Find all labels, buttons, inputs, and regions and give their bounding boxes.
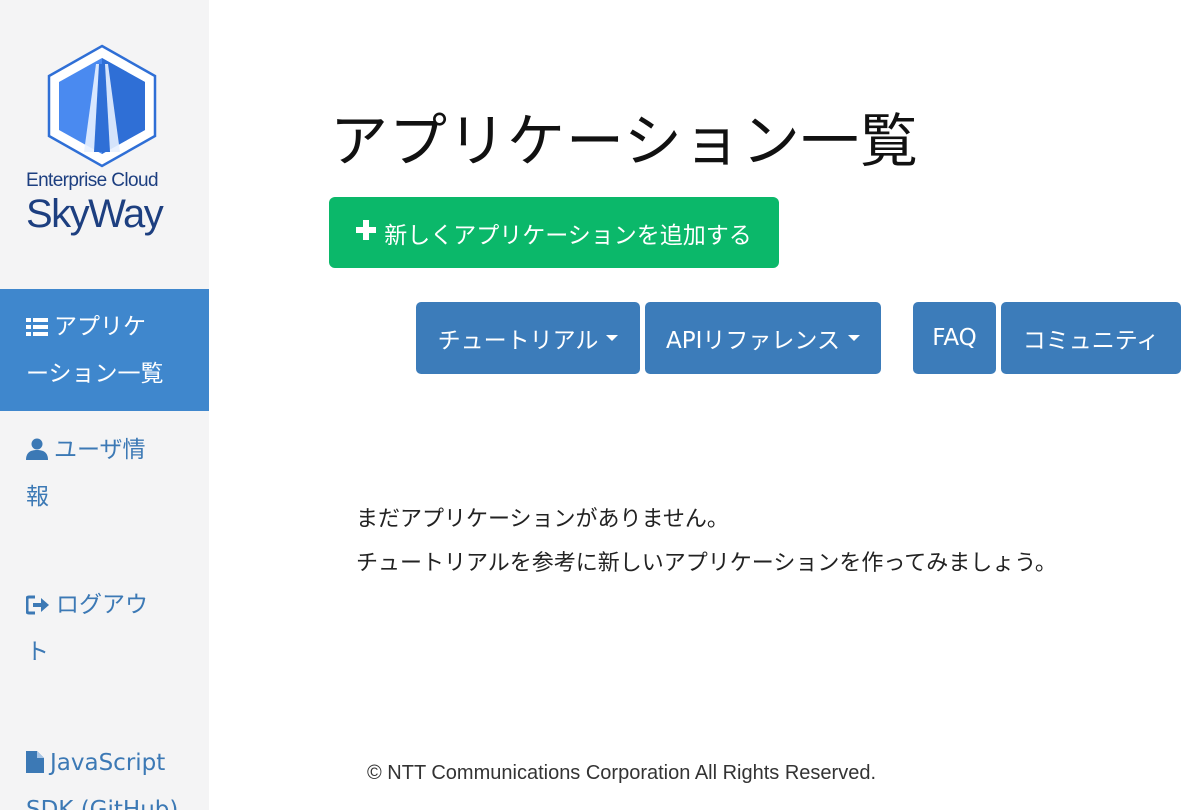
sidebar-item-logout[interactable]: ログアウ ト <box>0 583 209 674</box>
faq-button[interactable]: FAQ <box>913 302 996 374</box>
logout-icon <box>25 586 50 630</box>
sidebar-item-label: アプリケ <box>54 314 146 340</box>
sidebar-item-label: JavaScript <box>50 750 166 776</box>
add-application-button[interactable]: 新しくアプリケーションを追加する <box>329 197 779 268</box>
sidebar-item-javascript-sdk[interactable]: JavaScript SDK (GitHub) <box>0 741 209 810</box>
sidebar-item-label-continued: 報 <box>26 484 49 510</box>
list-icon <box>26 308 48 352</box>
logo-text-enterprise-cloud: Enterprise Cloud <box>26 170 159 191</box>
sidebar-item-label-continued: SDK (GitHub) <box>26 797 179 810</box>
sidebar-item-applications[interactable]: アプリケ ーション一覧 <box>0 289 209 411</box>
sidebar: Enterprise Cloud SkyWay アプリケ ーション一覧 ユーザ情 <box>0 0 209 810</box>
community-button[interactable]: コミュニティ <box>1001 302 1181 374</box>
caret-down-icon <box>606 335 619 341</box>
page-title: アプリケーション一覧 <box>330 107 919 175</box>
user-icon <box>26 431 48 475</box>
api-reference-label: APIリファレンス <box>666 328 840 354</box>
empty-state-message: まだアプリケーションがありません。 チュートリアルを参考に新しいアプリケーション… <box>356 498 1057 586</box>
caret-down-icon <box>847 335 860 341</box>
logo-text-skyway: SkyWay <box>26 192 164 236</box>
add-application-label: 新しくアプリケーションを追加する <box>384 222 752 249</box>
file-icon <box>26 744 44 788</box>
sidebar-item-label-continued: ーション一覧 <box>26 361 164 387</box>
empty-state-line: チュートリアルを参考に新しいアプリケーションを作ってみましょう。 <box>356 551 1057 576</box>
tutorial-dropdown-button[interactable]: チュートリアル <box>416 302 640 374</box>
sidebar-item-label: ログアウ <box>56 592 148 618</box>
empty-state-line: まだアプリケーションがありません。 <box>356 507 729 532</box>
tutorial-label: チュートリアル <box>437 328 599 354</box>
community-label: コミュニティ <box>1022 328 1160 354</box>
skyway-logo-icon <box>47 44 157 168</box>
sidebar-item-label-continued: ト <box>26 639 49 665</box>
sidebar-item-user-info[interactable]: ユーザ情 報 <box>0 428 209 519</box>
api-reference-dropdown-button[interactable]: APIリファレンス <box>645 302 881 374</box>
faq-label: FAQ <box>932 325 977 351</box>
plus-icon <box>356 219 377 246</box>
sidebar-item-label: ユーザ情 <box>54 437 146 463</box>
footer-copyright: © NTT Communications Corporation All Rig… <box>367 762 877 784</box>
